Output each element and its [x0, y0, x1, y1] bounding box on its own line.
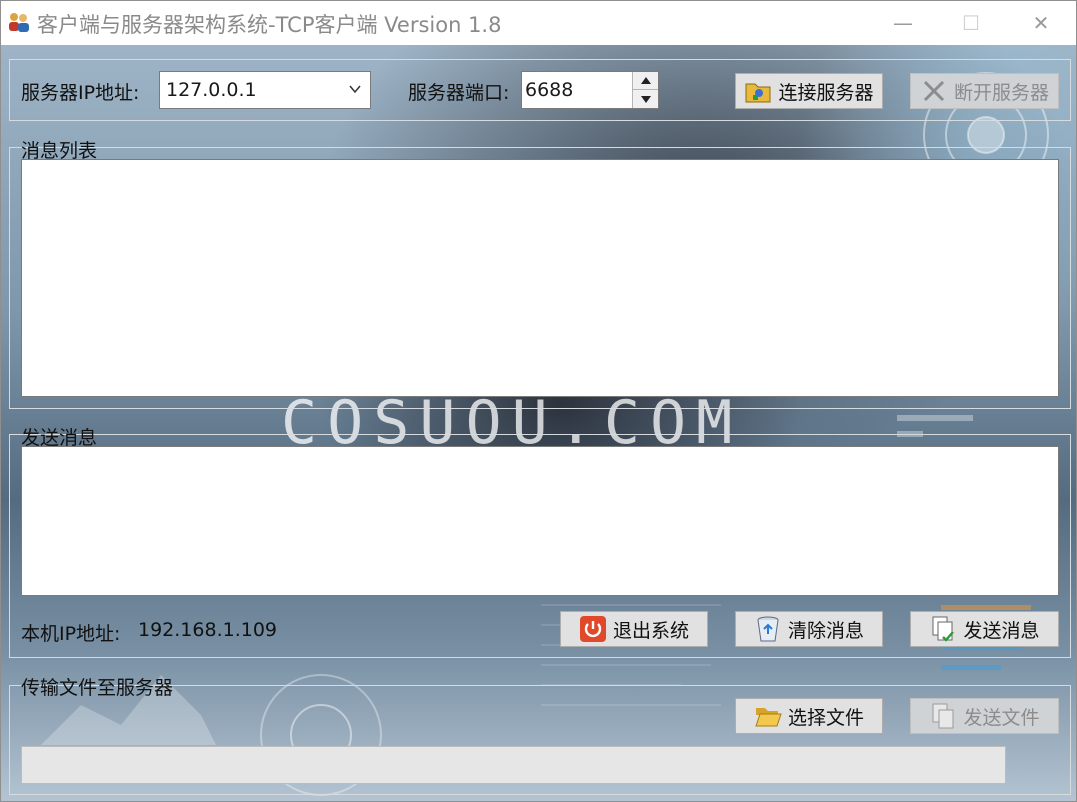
- send-message-button[interactable]: 发送消息: [910, 611, 1059, 647]
- chevron-down-icon[interactable]: [348, 82, 362, 96]
- disconnect-server-label: 断开服务器: [953, 81, 1049, 104]
- send-file-label: 发送文件: [963, 706, 1040, 729]
- close-button[interactable]: ✕: [1007, 1, 1075, 45]
- server-ip-combobox[interactable]: 127.0.0.1: [159, 71, 371, 109]
- client-area: COSUOU.COM 服务器IP地址: 127.0.0.1 服务器端口: 668…: [1, 45, 1076, 801]
- message-list-box[interactable]: [21, 159, 1059, 397]
- connect-server-button[interactable]: 连接服务器: [735, 73, 883, 109]
- document-copy-icon: [929, 702, 957, 730]
- clear-messages-label: 清除消息: [787, 619, 864, 642]
- local-ip-value: 192.168.1.109: [138, 619, 278, 641]
- port-spin-buttons: [632, 72, 658, 108]
- connect-server-label: 连接服务器: [778, 81, 874, 104]
- spin-up-icon[interactable]: [633, 72, 658, 90]
- spin-down-icon[interactable]: [633, 90, 658, 108]
- server-port-value: 6688: [525, 79, 574, 101]
- users-icon: [7, 11, 31, 33]
- server-port-label: 服务器端口:: [408, 82, 510, 104]
- choose-file-label: 选择文件: [787, 706, 864, 729]
- local-ip-label: 本机IP地址:: [21, 623, 121, 645]
- server-port-stepper[interactable]: 6688: [521, 71, 659, 109]
- file-transfer-title: 传输文件至服务器: [21, 677, 174, 699]
- open-folder-icon: [754, 702, 782, 730]
- server-ip-value: 127.0.0.1: [166, 79, 257, 101]
- close-icon: ✕: [1032, 11, 1050, 35]
- main-window: 客户端与服务器架构系统-TCP客户端 Version 1.8 — ☐ ✕ COS…: [0, 0, 1077, 802]
- file-progress-bar: [21, 746, 1006, 784]
- minimize-button[interactable]: —: [869, 1, 937, 45]
- maximize-button[interactable]: ☐: [937, 1, 1005, 45]
- clear-messages-button[interactable]: 清除消息: [735, 611, 883, 647]
- recycle-bin-icon: [754, 615, 782, 643]
- document-send-icon: [929, 615, 957, 643]
- disconnect-server-button[interactable]: 断开服务器: [910, 73, 1059, 109]
- exit-system-button[interactable]: 退出系统: [560, 611, 708, 647]
- power-icon: [579, 615, 607, 643]
- exit-system-label: 退出系统: [612, 619, 689, 642]
- minimize-icon: —: [893, 11, 913, 35]
- server-ip-label: 服务器IP地址:: [21, 82, 140, 104]
- send-file-button[interactable]: 发送文件: [910, 698, 1059, 734]
- title-bar[interactable]: 客户端与服务器架构系统-TCP客户端 Version 1.8 — ☐ ✕: [1, 1, 1076, 45]
- choose-file-button[interactable]: 选择文件: [735, 698, 883, 734]
- send-message-label: 发送消息: [963, 619, 1040, 642]
- send-message-input[interactable]: [21, 446, 1059, 596]
- folder-connect-icon: [744, 77, 772, 105]
- maximize-icon: ☐: [962, 11, 980, 35]
- window-title: 客户端与服务器架构系统-TCP客户端 Version 1.8: [37, 13, 502, 37]
- x-icon: [920, 77, 948, 105]
